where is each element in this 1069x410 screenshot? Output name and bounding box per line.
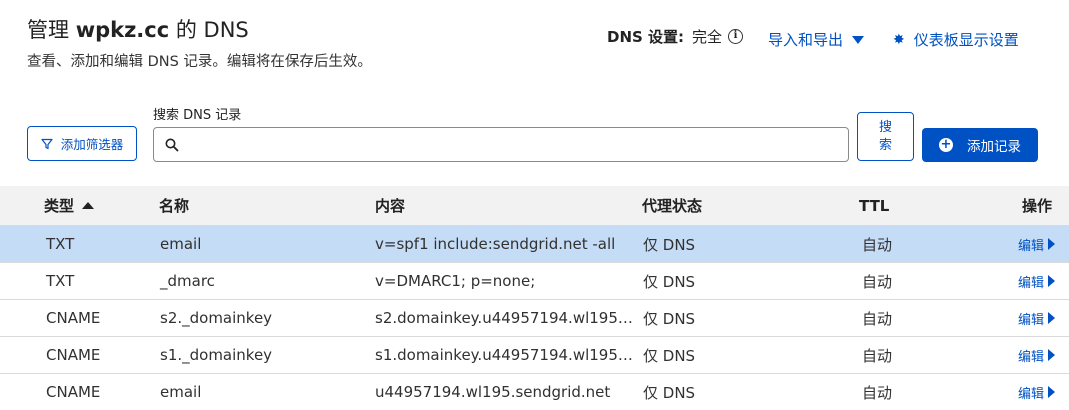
chevron-right-icon [1048,275,1056,287]
caret-down-icon [852,35,865,44]
record-proxy-status: 仅 DNS [643,309,696,328]
record-proxy-status: 仅 DNS [643,383,696,402]
record-name: email [160,235,202,253]
dns-settings: DNS 设置: 完全 i [607,26,744,47]
record-name: _dmarc [160,272,215,290]
edit-button[interactable]: 编辑 [1018,309,1056,328]
chevron-right-icon [1048,386,1056,398]
record-proxy-status: 仅 DNS [643,346,696,365]
add-filter-label: 添加筛选器 [60,137,124,152]
edit-button[interactable]: 编辑 [1018,346,1056,365]
record-name: s1._domainkey [160,346,273,364]
column-header-content[interactable]: 内容 [375,195,635,216]
record-name: email [160,383,202,401]
record-proxy-status: 仅 DNS [643,235,696,254]
import-export-label: 导入和导出 [768,31,844,49]
add-filter-button[interactable]: 添加筛选器 [27,126,137,161]
import-export-dropdown[interactable]: 导入和导出 [768,29,865,50]
record-ttl: 自动 [862,272,893,291]
table-row[interactable]: CNAME email u44957194.wl195.sendgrid.net… [0,374,1069,410]
record-content: u44957194.wl195.sendgrid.net [375,383,611,401]
edit-button[interactable]: 编辑 [1018,272,1056,291]
edit-label: 编辑 [1018,312,1045,328]
column-header-type[interactable]: 类型 [44,195,95,216]
record-proxy-status: 仅 DNS [643,272,696,291]
record-ttl: 自动 [862,309,893,328]
record-ttl: 自动 [862,235,893,254]
dns-records-table: 类型 名称 内容 代理状态 TTL 操作 TXT email v=spf1 in… [0,186,1069,410]
dashboard-settings-label: 仪表板显示设置 [913,31,1019,49]
title-domain: wpkz.cc [75,18,170,42]
search-label: 搜索 DNS 记录 [153,108,242,123]
record-type: CNAME [46,346,101,364]
record-type: CNAME [46,383,101,401]
search-button-label-1: 搜 [878,119,892,135]
edit-label: 编辑 [1018,238,1045,254]
add-record-label: 添加记录 [967,139,1021,155]
search-button-label-2: 索 [878,137,892,153]
record-ttl: 自动 [862,383,893,402]
record-content: s1.domainkey.u44957194.wl195.... [375,346,635,364]
record-type: TXT [46,235,75,253]
search-icon [165,138,179,151]
gear-icon: ✸ [893,31,905,48]
edit-button[interactable]: 编辑 [1018,383,1056,402]
plus-circle-icon: + [939,137,953,152]
column-header-ttl[interactable]: TTL [859,197,889,215]
column-type-label: 类型 [44,197,75,215]
edit-label: 编辑 [1018,386,1045,402]
column-header-proxy[interactable]: 代理状态 [642,195,702,216]
record-name: s2._domainkey [160,309,273,327]
info-icon[interactable]: i [728,29,744,44]
dns-settings-value: 完全 [692,28,723,46]
record-type: CNAME [46,309,101,327]
record-content: v=DMARC1; p=none; [375,272,536,290]
table-row[interactable]: CNAME s2._domainkey s2.domainkey.u449571… [0,300,1069,337]
title-suffix: 的 DNS [169,18,249,42]
column-header-name[interactable]: 名称 [159,195,189,216]
table-header: 类型 名称 内容 代理状态 TTL 操作 [0,186,1069,226]
page-title: 管理 wpkz.cc 的 DNS [27,14,249,44]
column-header-action: 操作 [1022,197,1053,215]
chevron-right-icon [1048,312,1056,324]
record-content: v=spf1 include:sendgrid.net -all [375,235,616,253]
record-ttl: 自动 [862,346,893,365]
table-row[interactable]: TXT _dmarc v=DMARC1; p=none; 仅 DNS 自动 编辑 [0,263,1069,300]
record-type: TXT [46,272,75,290]
chevron-right-icon [1048,349,1056,361]
search-input[interactable] [185,129,848,160]
filter-icon [41,138,53,149]
dashboard-settings-link[interactable]: ✸ 仪表板显示设置 [893,29,1019,50]
edit-label: 编辑 [1018,349,1045,365]
table-row[interactable]: TXT email v=spf1 include:sendgrid.net -a… [0,226,1069,263]
edit-label: 编辑 [1018,275,1045,291]
chevron-right-icon [1048,238,1056,250]
sort-asc-icon [82,202,95,209]
page-subtitle: 查看、添加和编辑 DNS 记录。编辑将在保存后生效。 [27,54,372,70]
record-content: s2.domainkey.u44957194.wl195.... [375,309,635,327]
add-record-button[interactable]: + 添加记录 [922,128,1038,162]
search-button[interactable]: 搜索 [857,112,914,161]
title-prefix: 管理 [27,18,76,42]
edit-button[interactable]: 编辑 [1018,235,1056,254]
dns-settings-label: DNS 设置: [607,28,685,46]
search-box [153,127,849,162]
table-row[interactable]: CNAME s1._domainkey s1.domainkey.u449571… [0,337,1069,374]
